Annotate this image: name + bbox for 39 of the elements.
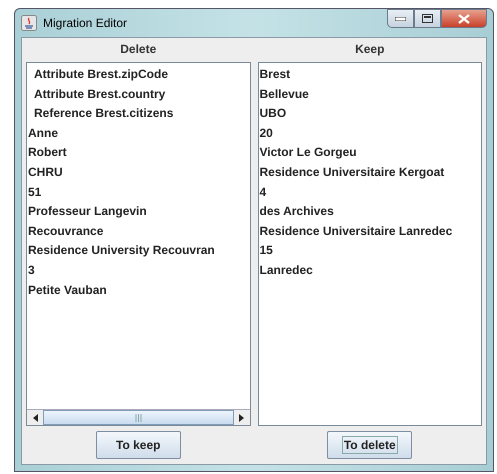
action-button[interactable]: To delete <box>327 431 412 459</box>
list-item[interactable]: Anne <box>28 126 58 140</box>
left-arrow-icon[interactable] <box>32 414 38 422</box>
close-icon <box>458 14 470 24</box>
horizontal-scrollbar[interactable] <box>27 409 250 425</box>
list-item[interactable]: Residence Universitaire Kergoat <box>260 164 444 179</box>
window-title: Migration Editor <box>43 15 128 32</box>
list-item[interactable]: 15 <box>260 243 273 258</box>
list-item[interactable]: Robert <box>28 145 67 160</box>
list-item[interactable]: Petite Vauban <box>28 282 107 297</box>
list-item[interactable]: 4 <box>260 184 266 199</box>
maximize-icon <box>422 14 433 23</box>
list-item[interactable]: Attribute Brest.zipCode <box>34 67 168 81</box>
minimize-icon <box>395 16 406 20</box>
column-header: Delete <box>119 41 158 58</box>
close-button[interactable] <box>441 9 487 28</box>
list-item[interactable]: Brest <box>260 67 290 81</box>
scrollbar-thumb[interactable] <box>43 410 234 425</box>
column-header: Keep <box>354 41 386 58</box>
list-item[interactable]: Reference Brest.citizens <box>34 106 174 120</box>
list-item[interactable]: Attribute Brest.country <box>34 86 166 101</box>
list-item[interactable]: des Archives <box>260 204 334 218</box>
list-item[interactable]: Professeur Langevin <box>28 204 147 218</box>
list-item[interactable]: CHRU <box>28 164 63 179</box>
list-item[interactable]: Residence University Recouvran <box>28 243 215 258</box>
action-button[interactable]: To keep <box>96 431 181 459</box>
java-icon <box>21 15 37 31</box>
list-item[interactable]: Victor Le Gorgeu <box>260 145 357 160</box>
list-item[interactable]: 20 <box>260 126 273 140</box>
list-item[interactable]: Residence Universitaire Lanredec <box>260 224 452 238</box>
list-item[interactable]: Bellevue <box>260 86 309 101</box>
maximize-button[interactable] <box>414 9 441 28</box>
list-item[interactable]: Lanredec <box>260 262 313 277</box>
minimize-button[interactable] <box>387 9 414 28</box>
right-arrow-icon[interactable] <box>239 414 244 422</box>
list-item[interactable]: Recouvrance <box>28 224 104 238</box>
list-item[interactable]: UBO <box>260 106 286 120</box>
list-item[interactable]: 3 <box>28 262 35 277</box>
list-item[interactable]: 51 <box>28 184 42 199</box>
